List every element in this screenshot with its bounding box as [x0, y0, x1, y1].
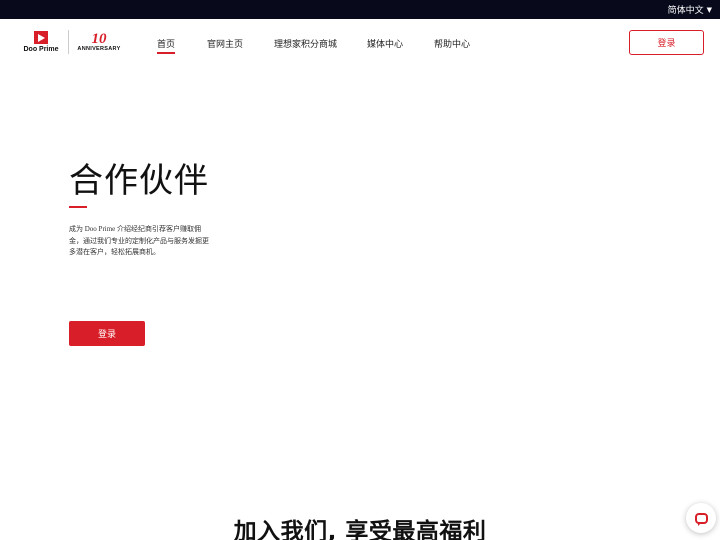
- language-selector[interactable]: 简体中文 ▼: [667, 3, 712, 17]
- anniversary-text: ANNIVERSARY: [77, 46, 121, 52]
- doo-prime-logo-icon: [34, 31, 48, 44]
- chat-button[interactable]: [686, 503, 716, 533]
- logo-divider: [68, 30, 69, 54]
- login-button[interactable]: 登录: [629, 30, 704, 55]
- main-nav: Doo Prime 10 ANNIVERSARY 首页 官网主页 理想家积分商城…: [0, 19, 720, 65]
- title-underline: [69, 206, 87, 208]
- nav-item-help-center[interactable]: 帮助中心: [434, 37, 470, 50]
- section-title: 加入我们, 享受最高福利: [233, 519, 487, 540]
- anniversary-number: 10: [91, 31, 107, 47]
- nav-item-media-center[interactable]: 媒体中心: [367, 37, 403, 50]
- doo-prime-logo: Doo Prime: [22, 31, 60, 53]
- nav-item-points-mall[interactable]: 理想家积分商城: [274, 37, 337, 50]
- hero-login-button[interactable]: 登录: [69, 321, 145, 346]
- chat-icon: [694, 512, 708, 526]
- hero-description: 成为 Doo Prime 介绍经纪商引荐客户赚取佣金，通过我们专业的定制化产品与…: [69, 225, 209, 256]
- top-bar: 简体中文 ▼: [0, 0, 720, 19]
- page-title: 合作伙伴: [69, 161, 209, 201]
- language-label: 简体中文: [667, 6, 704, 16]
- caret-down-icon: ▼: [706, 5, 712, 14]
- brand-name: Doo Prime: [23, 46, 59, 53]
- anniversary-badge: 10 ANNIVERSARY: [77, 31, 121, 53]
- nav-item-official-site[interactable]: 官网主页: [207, 37, 243, 50]
- logo[interactable]: Doo Prime 10 ANNIVERSARY: [22, 30, 121, 54]
- nav-item-home[interactable]: 首页: [157, 37, 176, 54]
